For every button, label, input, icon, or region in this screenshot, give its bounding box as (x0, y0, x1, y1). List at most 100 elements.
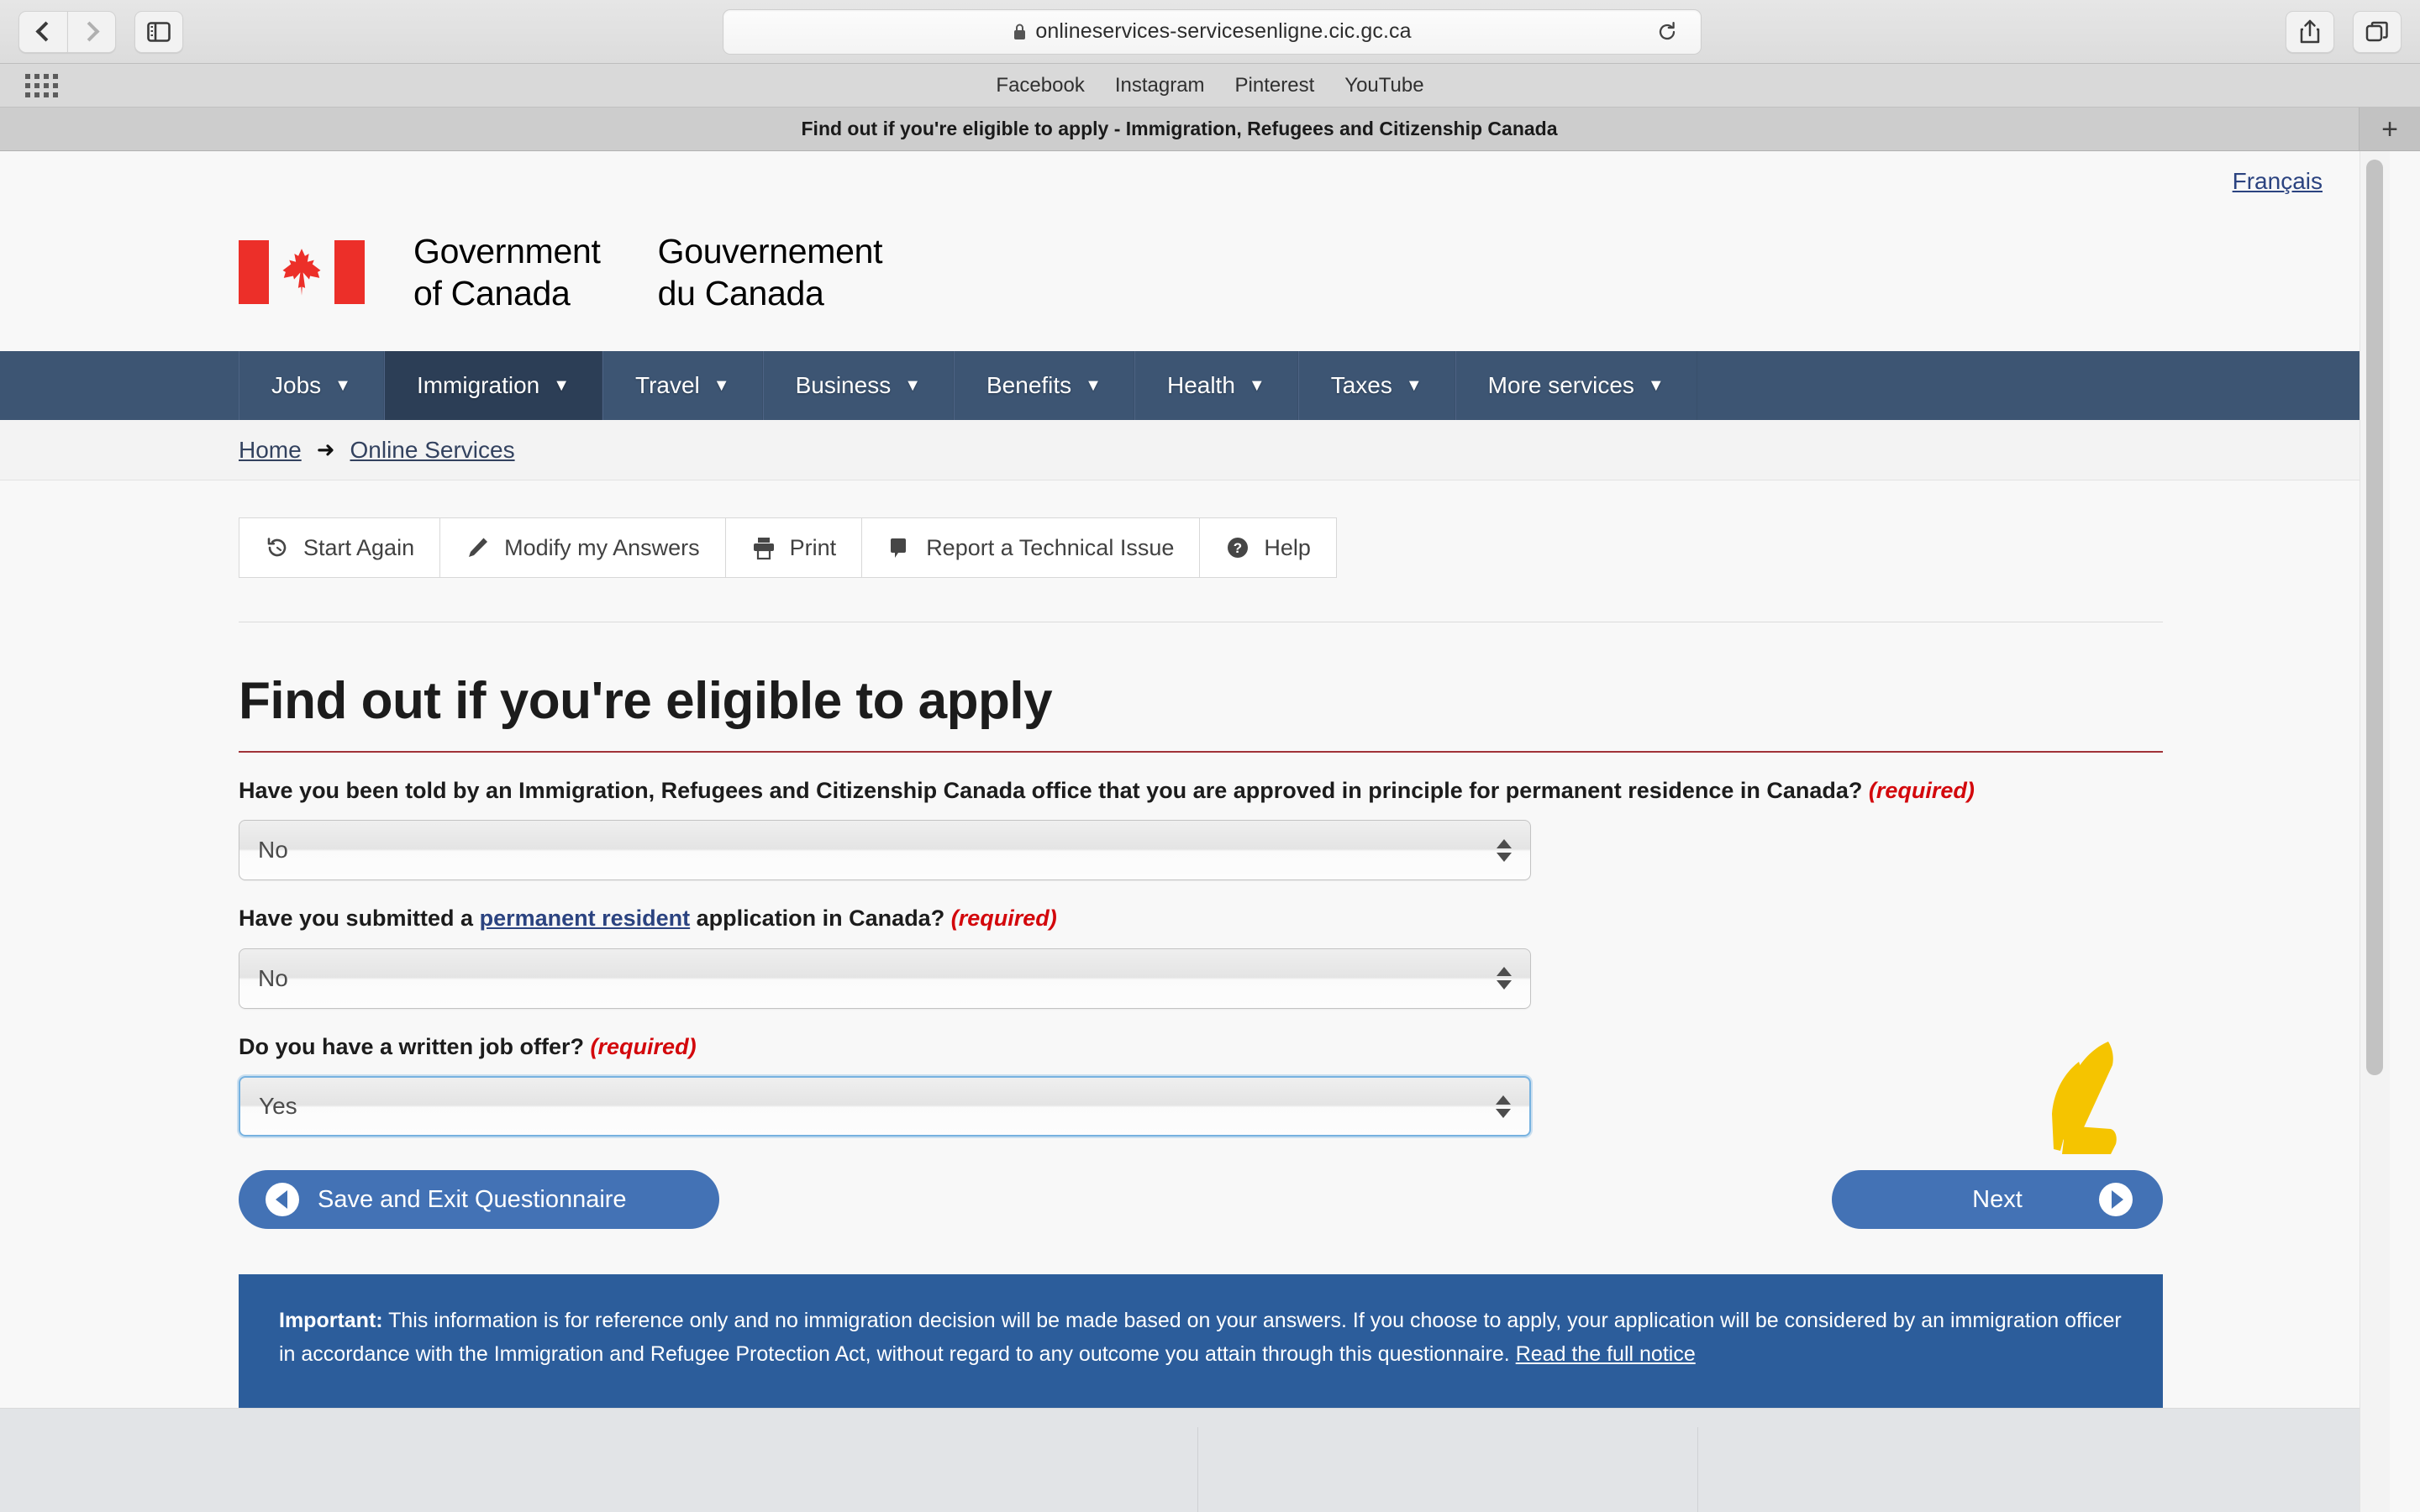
permanent-resident-link[interactable]: permanent resident (480, 906, 691, 931)
forward-chevron-icon (78, 21, 100, 42)
question-1-select[interactable]: No (239, 820, 1531, 881)
page-bottom-strip (0, 1408, 2390, 1512)
nav-item-more-services[interactable]: More services ▼ (1455, 351, 1697, 421)
chevron-down-icon: ▼ (1248, 375, 1265, 395)
question-2-select[interactable]: No (239, 948, 1531, 1009)
sidebar-toggle-icon (147, 21, 171, 42)
nav-button-group (18, 10, 116, 53)
breadcrumb-arrow-icon: ➜ (316, 437, 335, 463)
important-notice: Important: This information is for refer… (239, 1274, 2163, 1428)
start-again-button[interactable]: Start Again (239, 517, 441, 579)
bookmarks-bar: Facebook Instagram Pinterest YouTube (0, 64, 2420, 108)
arrow-right-icon (2099, 1183, 2133, 1217)
bookmark-pinterest[interactable]: Pinterest (1235, 74, 1315, 97)
form-actions: Save and Exit Questionnaire Next (239, 1042, 2163, 1230)
question-2-select-wrapper: No (239, 948, 1531, 1009)
nav-item-business[interactable]: Business ▼ (762, 351, 954, 421)
action-label: Print (789, 534, 837, 560)
nav-item-travel[interactable]: Travel ▼ (602, 351, 763, 421)
sidebar-toggle-button[interactable] (134, 10, 183, 53)
new-tab-button[interactable]: + (2360, 108, 2420, 150)
modify-answers-button[interactable]: Modify my Answers (440, 517, 726, 579)
question-3-label: Do you have a written job offer? (requir… (239, 1031, 2028, 1063)
question-1-select-wrapper: No (239, 820, 1531, 881)
arrow-left-icon (266, 1183, 299, 1217)
question-1-text: Have you been told by an Immigration, Re… (239, 778, 1869, 804)
select-value: No (258, 964, 288, 991)
bookmark-links: Facebook Instagram Pinterest YouTube (996, 74, 1423, 97)
goc-wordmark: Government of Canada Gouvernement du Can… (413, 230, 883, 314)
bottom-divider-right (1697, 1427, 1698, 1512)
nav-item-label: Benefits (986, 372, 1072, 399)
back-button[interactable] (18, 10, 67, 53)
language-toggle-link[interactable]: Français (2233, 168, 2323, 195)
select-stepper-icon (1497, 838, 1512, 862)
share-button[interactable] (2286, 10, 2334, 53)
tab-overview-button[interactable] (2353, 10, 2402, 53)
back-chevron-icon (35, 21, 56, 42)
toolbar-right-buttons (2286, 10, 2420, 53)
question-3-required: (required) (590, 1033, 697, 1059)
nav-item-taxes[interactable]: Taxes ▼ (1297, 351, 1455, 421)
canada-flag-icon (239, 240, 365, 305)
select-stepper-icon (1496, 1095, 1511, 1118)
question-mark-icon: ? (1228, 538, 1249, 559)
main-content: Start Again Modify my Answers Print Repo… (0, 517, 2390, 1428)
nav-item-label: Immigration (416, 372, 540, 399)
title-divider (239, 751, 2163, 753)
read-full-notice-link[interactable]: Read the full notice (1516, 1342, 1696, 1366)
reload-icon[interactable] (1655, 20, 1679, 44)
goc-wordmark-french: Gouvernement du Canada (657, 232, 883, 313)
help-button[interactable]: ? Help (1200, 517, 1337, 579)
select-value: No (258, 837, 288, 864)
chevron-down-icon: ▼ (1085, 375, 1102, 395)
nav-item-jobs[interactable]: Jobs ▼ (239, 351, 384, 421)
nav-item-label: Jobs (271, 372, 322, 399)
nav-item-immigration[interactable]: Immigration ▼ (383, 351, 603, 421)
bottom-divider-left (1197, 1427, 1198, 1512)
scrollbar-thumb[interactable] (2366, 160, 2383, 1075)
nav-left-spacer (0, 351, 239, 420)
question-3-text: Do you have a written job offer? (239, 1033, 591, 1059)
report-technical-issue-button[interactable]: Report a Technical Issue (862, 517, 1201, 579)
question-3-select[interactable]: Yes (239, 1076, 1531, 1137)
print-button[interactable]: Print (725, 517, 863, 579)
bookmark-instagram[interactable]: Instagram (1115, 74, 1205, 97)
nav-item-label: Travel (635, 372, 700, 399)
goc-brand[interactable]: Government of Canada Gouvernement du Can… (239, 230, 2390, 314)
question-2-label: Have you submitted a permanent resident … (239, 902, 2028, 934)
printer-icon (753, 538, 774, 560)
bookmark-youtube[interactable]: YouTube (1344, 74, 1423, 97)
next-button[interactable]: Next (1832, 1170, 2163, 1230)
action-label: Modify my Answers (504, 534, 700, 560)
page-scrollbar[interactable] (2360, 151, 2390, 1512)
chevron-down-icon: ▼ (553, 375, 571, 395)
svg-text:?: ? (1234, 540, 1242, 556)
goc-wordmark-english: Government of Canada (413, 232, 601, 313)
goc-header: Government of Canada Gouvernement du Can… (0, 212, 2390, 352)
nav-item-health[interactable]: Health ▼ (1134, 351, 1298, 421)
apps-grid-icon[interactable] (25, 73, 58, 97)
language-row: Français (0, 151, 2390, 212)
chevron-down-icon: ▼ (904, 375, 921, 395)
breadcrumb-home-link[interactable]: Home (239, 437, 302, 464)
action-label: Report a Technical Issue (926, 534, 1175, 560)
address-bar[interactable]: onlineservices-servicesenligne.cic.gc.ca (723, 8, 1702, 55)
nav-item-label: Taxes (1330, 372, 1392, 399)
bookmark-facebook[interactable]: Facebook (996, 74, 1084, 97)
action-toolbar: Start Again Modify my Answers Print Repo… (239, 517, 2163, 623)
chevron-down-icon: ▼ (1647, 375, 1665, 395)
nav-item-benefits[interactable]: Benefits ▼ (954, 351, 1134, 421)
save-and-exit-button[interactable]: Save and Exit Questionnaire (239, 1170, 719, 1230)
chevron-down-icon: ▼ (1405, 375, 1423, 395)
breadcrumb-online-services-link[interactable]: Online Services (350, 437, 515, 464)
browser-toolbar: onlineservices-servicesenligne.cic.gc.ca (0, 0, 2420, 64)
browser-window: onlineservices-servicesenligne.cic.gc.ca (0, 0, 2420, 1512)
question-2-text-before: Have you submitted a (239, 906, 480, 932)
forward-button[interactable] (67, 10, 116, 53)
breadcrumb: Home ➜ Online Services (0, 420, 2390, 481)
nav-item-label: Health (1166, 372, 1235, 399)
question-1-label: Have you been told by an Immigration, Re… (239, 774, 2028, 806)
tab-title: Find out if you're eligible to apply - I… (801, 118, 1558, 139)
browser-tab[interactable]: Find out if you're eligible to apply - I… (0, 108, 2360, 150)
